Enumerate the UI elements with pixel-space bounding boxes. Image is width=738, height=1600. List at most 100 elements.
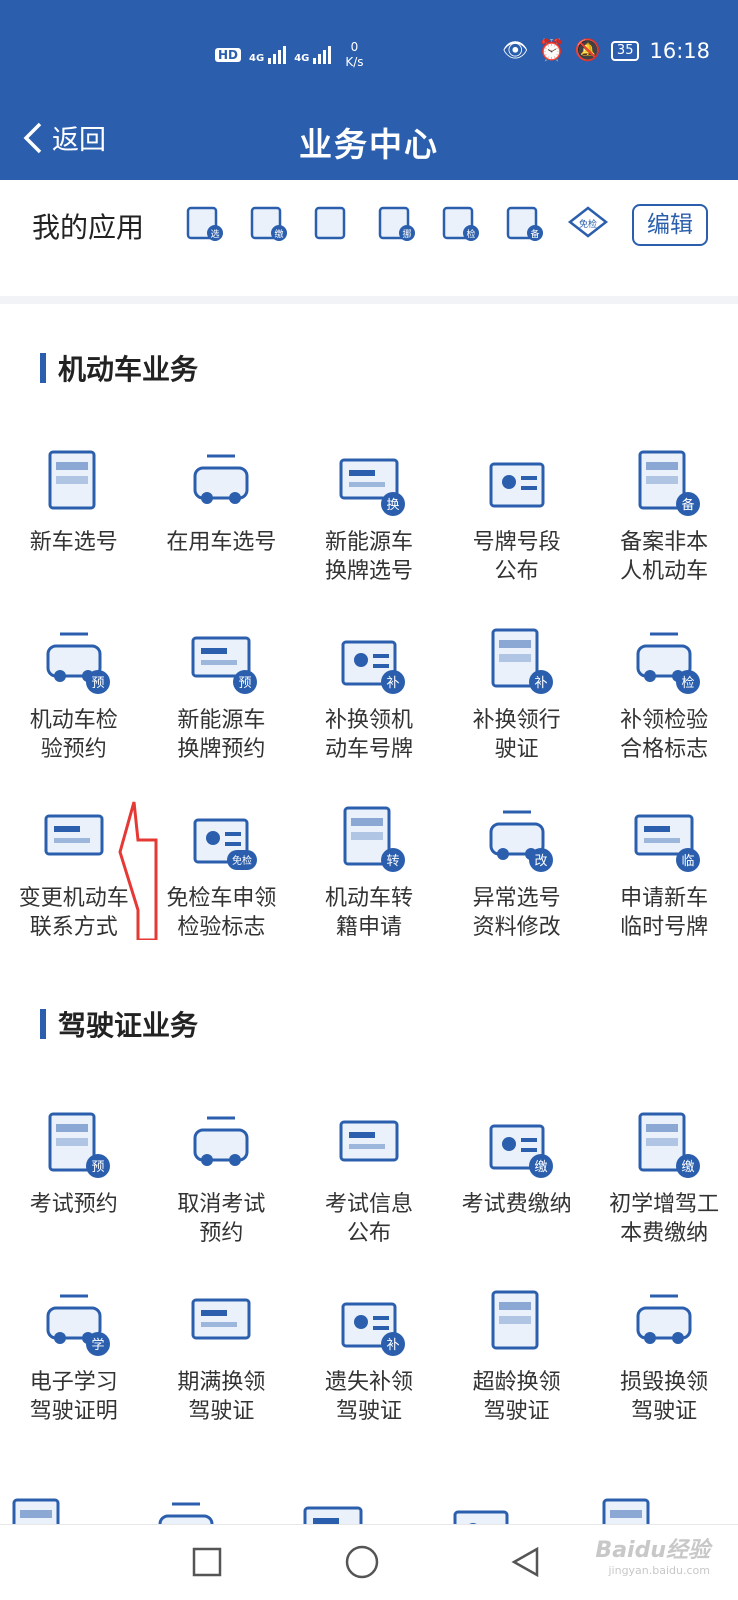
svg-text:预: 预 [91,1160,104,1175]
clock: 16:18 [649,38,710,63]
status-right: 👁 ⏰ 🔕 35 16:18 [502,38,710,63]
license-service-icon: 学 [46,1294,110,1356]
vehicle-tile-label: 备案非本 人机动车 [620,530,709,584]
alarm-icon: ⏰ [538,38,565,62]
svg-text:换: 换 [386,498,399,513]
svg-text:学: 学 [91,1337,104,1353]
vehicle-tile-label: 新车选号 [29,530,118,555]
svg-text:挪: 挪 [402,228,411,240]
status-left: HD 4G 4G 0 K/s [215,40,364,70]
title-bar: 返回 业务中心 [0,104,738,180]
edit-button[interactable]: 编辑 [632,204,708,246]
svg-text:检: 检 [682,676,695,691]
my-app-icon[interactable]: 选 [182,200,226,244]
mute-icon: 🔕 [574,38,601,62]
vehicle-service-icon: 检 [636,632,701,694]
vehicle-service-icon: 转 [343,806,405,872]
license-tile[interactable]: 缴初学增驾工 本费缴纳 [590,1104,738,1282]
partial-service-icon[interactable] [295,1490,443,1524]
my-app-icon[interactable]: 缴 [246,200,290,244]
license-tile[interactable]: 考试信息 公布 [295,1104,443,1282]
my-app-icon[interactable]: 免检 [566,200,610,244]
vehicle-tile[interactable]: 备备案非本 人机动车 [590,442,738,620]
license-tile-label: 初学增驾工 本费缴纳 [609,1192,720,1246]
my-app-icon[interactable]: 检 [438,200,482,244]
license-service-icon [491,1290,539,1350]
vehicle-tile[interactable]: 号牌号段 公布 [443,442,591,620]
vehicle-service-icon: 免检 [193,818,258,870]
svg-text:临: 临 [682,854,695,869]
vehicle-tile-label: 异常选号 资料修改 [472,886,561,940]
partial-service-icon[interactable] [148,1490,296,1524]
network-speed: 0 K/s [345,40,364,69]
svg-text:免检: 免检 [232,854,252,867]
svg-text:预: 预 [239,676,252,691]
license-section-header: 驾驶证业务 [40,1004,198,1044]
svg-text:检: 检 [466,228,475,240]
recent-apps-button[interactable] [182,1537,232,1587]
vehicle-service-icon [44,814,104,856]
license-tile[interactable]: 预考试预约 [0,1104,148,1282]
license-tile[interactable]: 取消考试 预约 [148,1104,296,1282]
vehicle-tile[interactable]: 换新能源车 换牌选号 [295,442,443,620]
vehicle-tile[interactable]: 免检 免检车申领 检验标志 [148,798,296,976]
my-apps-bar: 我的应用 选 缴 挪 检 备 免检 编辑 [0,180,738,296]
vehicle-tile[interactable]: 转机动车转 籍申请 [295,798,443,976]
vehicle-tile[interactable]: 检补领检验 合格标志 [590,620,738,798]
svg-text:备: 备 [682,497,695,513]
license-section: 驾驶证业务 预考试预约 取消考试 预约 考试信息 公布缴考试费缴纳缴初学增驾工 本费… [0,964,738,1524]
svg-text:转: 转 [386,854,399,869]
vehicle-tile[interactable]: 改异常选号 资料修改 [443,798,591,976]
my-apps-label: 我的应用 [32,211,145,244]
license-tile[interactable]: 损毁换领 驾驶证 [590,1282,738,1460]
vehicle-grid: 新车选号 在用车选号换新能源车 换牌选号 号牌号段 公布备备案非本 人机动车预机动车… [0,442,738,976]
license-service-icon: 预 [48,1112,110,1178]
vehicle-service-icon: 换 [339,458,405,516]
vehicle-tile[interactable]: 临申请新车 临时号牌 [590,798,738,976]
vehicle-tile-label: 新能源车 换牌预约 [177,708,266,762]
vehicle-service-icon: 改 [489,810,553,872]
vehicle-service-icon [48,450,96,510]
vehicle-tile-label: 申请新车 临时号牌 [620,886,709,940]
my-app-icon[interactable]: 备 [502,200,546,244]
vehicle-tile-label: 号牌号段 公布 [472,530,561,584]
vehicle-tile[interactable]: 在用车选号 [148,442,296,620]
my-app-icon[interactable] [310,200,354,244]
svg-text:缴: 缴 [534,1160,547,1175]
vehicle-section-title: 机动车业务 [58,353,199,386]
partial-row [0,1490,738,1524]
license-tile[interactable]: 补遗失补领 驾驶证 [295,1282,443,1460]
circle-icon [345,1545,379,1579]
license-tile[interactable]: 学电子学习 驾驶证明 [0,1282,148,1460]
home-button[interactable] [337,1537,387,1587]
license-tile-label: 电子学习 驾驶证明 [29,1370,118,1424]
vehicle-tile[interactable]: 补补换领行 驶证 [443,620,591,798]
square-icon [192,1547,222,1577]
my-app-icon[interactable]: 挪 [374,200,418,244]
vehicle-tile[interactable]: 新车选号 [0,442,148,620]
license-tile[interactable]: 期满换领 驾驶证 [148,1282,296,1460]
partial-service-icon[interactable] [0,1490,148,1524]
vehicle-tile[interactable]: 预机动车检 验预约 [0,620,148,798]
watermark: Baidu经验 jingyan.baidu.com [595,1538,710,1578]
svg-text:补: 补 [386,1338,399,1353]
vehicle-service-icon: 预 [191,636,258,694]
vehicle-tile[interactable]: 补补换领机 动车号牌 [295,620,443,798]
svg-text:改: 改 [534,854,547,869]
svg-text:缴: 缴 [682,1160,695,1175]
license-tile-label: 取消考试 预约 [177,1192,266,1246]
partial-service-icon[interactable] [590,1490,738,1524]
license-service-icon [193,1116,249,1166]
status-bar: HD 4G 4G 0 K/s 👁 ⏰ 🔕 35 16:18 [0,0,738,104]
back-nav-button[interactable] [500,1537,550,1587]
license-service-icon: 缴 [638,1112,701,1178]
section-accent [40,1009,46,1039]
page-title: 业务中心 [299,125,439,164]
license-tile-label: 考试预约 [29,1192,118,1217]
license-tile[interactable]: 超龄换领 驾驶证 [443,1282,591,1460]
vehicle-service-icon [489,462,545,508]
svg-text:预: 预 [91,676,104,691]
partial-service-icon[interactable] [443,1490,591,1524]
license-tile[interactable]: 缴考试费缴纳 [443,1104,591,1282]
vehicle-tile[interactable]: 预新能源车 换牌预约 [148,620,296,798]
